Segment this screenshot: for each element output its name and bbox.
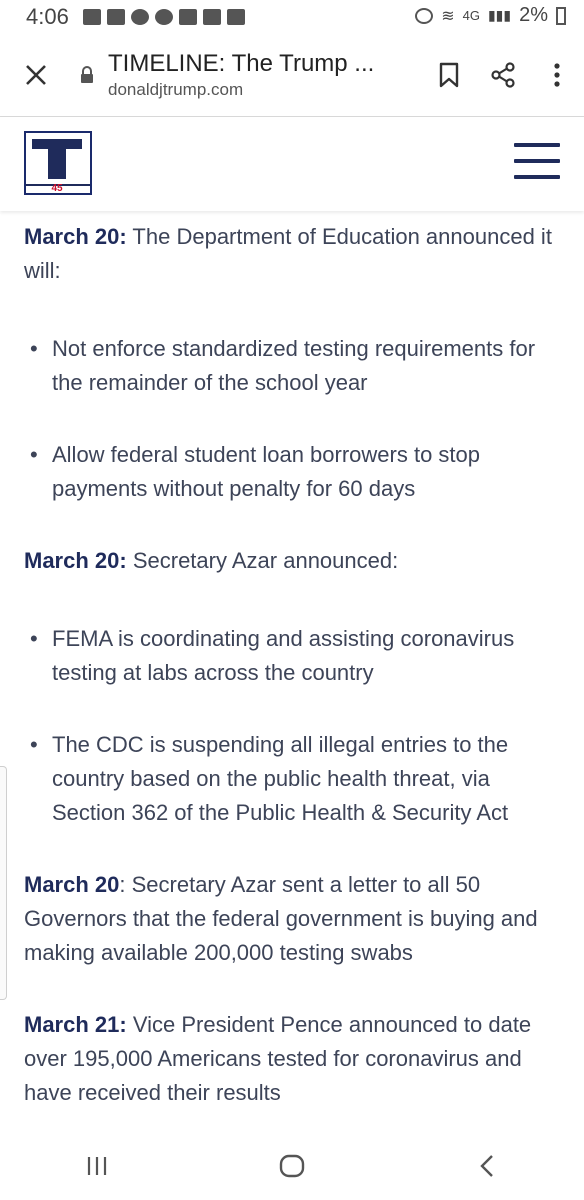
more-options-button[interactable] [530,43,584,107]
mail-icon [202,9,221,25]
share-button[interactable] [476,43,530,107]
page-title: TIMELINE: The Trump ... [108,50,375,77]
logo-number: 45 [51,183,63,193]
notification-icons [82,9,245,25]
hamburger-line [514,175,560,179]
back-button[interactable] [457,1136,517,1196]
bullet-item: The CDC is suspending all illegal entrie… [24,728,564,830]
twitter-icon [130,9,149,25]
wifi-icon: ≋ [441,7,455,25]
home-icon [279,1154,305,1178]
alarm-icon [415,7,434,24]
bullet-item: FEMA is coordinating and assisting coron… [24,622,564,690]
edge-panel-handle[interactable] [0,766,7,1000]
entry-date: March 21: [24,1012,127,1037]
message-icon [106,9,125,25]
timeline-entry: March 20: The Department of Education an… [24,220,564,288]
entry-bullets: Allow federal student loan borrowers to … [24,438,564,506]
lock-icon [81,66,93,83]
bullet-item: Not enforce standardized testing require… [24,332,564,400]
entry-date: March 20 [24,872,120,897]
status-right: ≋ 4G ▮▮▮ 2% [415,4,566,27]
menu-button[interactable] [514,143,560,183]
timeline-content: March 20: The Department of Education an… [24,220,564,1130]
navigation-bar [0,1132,584,1200]
network-label: 4G [462,8,480,23]
mail-icon [178,9,197,25]
bookmark-button[interactable] [422,43,476,107]
site-header: 45 [0,117,584,211]
domain-label: donaldjtrump.com [108,80,244,99]
status-time: 4:06 [26,4,69,29]
hamburger-line [514,143,560,147]
logo-graphic: 45 [26,139,90,194]
recents-button[interactable] [67,1136,127,1196]
url-block[interactable]: TIMELINE: The Trump ... donaldjtrump.com [108,50,422,100]
entry-bullets: FEMA is coordinating and assisting coron… [24,622,564,690]
back-icon [479,1155,493,1177]
recents-icon [88,1157,107,1175]
close-tab-button[interactable] [4,43,68,107]
bookmark-icon [439,62,459,88]
more-vertical-icon [554,63,560,87]
hamburger-line [514,159,560,163]
battery-label: 2% [519,4,548,26]
status-bar: 4:06 ≋ 4G ▮▮▮ 2% [0,0,584,34]
entry-text: Secretary Azar announced: [126,548,399,573]
timeline-entry: March 21: Vice President Pence announced… [24,1008,564,1110]
home-button[interactable] [262,1136,322,1196]
close-icon [26,65,46,85]
message-icon [82,9,101,25]
image-icon [226,9,245,25]
bullet-item: Allow federal student loan borrowers to … [24,438,564,506]
entry-date: March 20: [24,224,127,249]
entry-date: March 20: [24,548,127,573]
share-icon [491,62,515,88]
battery-icon [556,6,566,25]
timeline-entry: March 20: Secretary Azar sent a letter t… [24,868,564,970]
browser-toolbar: TIMELINE: The Trump ... donaldjtrump.com [0,34,584,117]
pinterest-icon [154,9,173,25]
entry-bullets: The CDC is suspending all illegal entrie… [24,728,564,830]
entry-bullets: Not enforce standardized testing require… [24,332,564,400]
site-logo[interactable]: 45 [24,131,92,195]
timeline-entry: March 20: Secretary Azar announced: [24,544,564,578]
signal-icon: ▮▮▮ [487,7,512,23]
